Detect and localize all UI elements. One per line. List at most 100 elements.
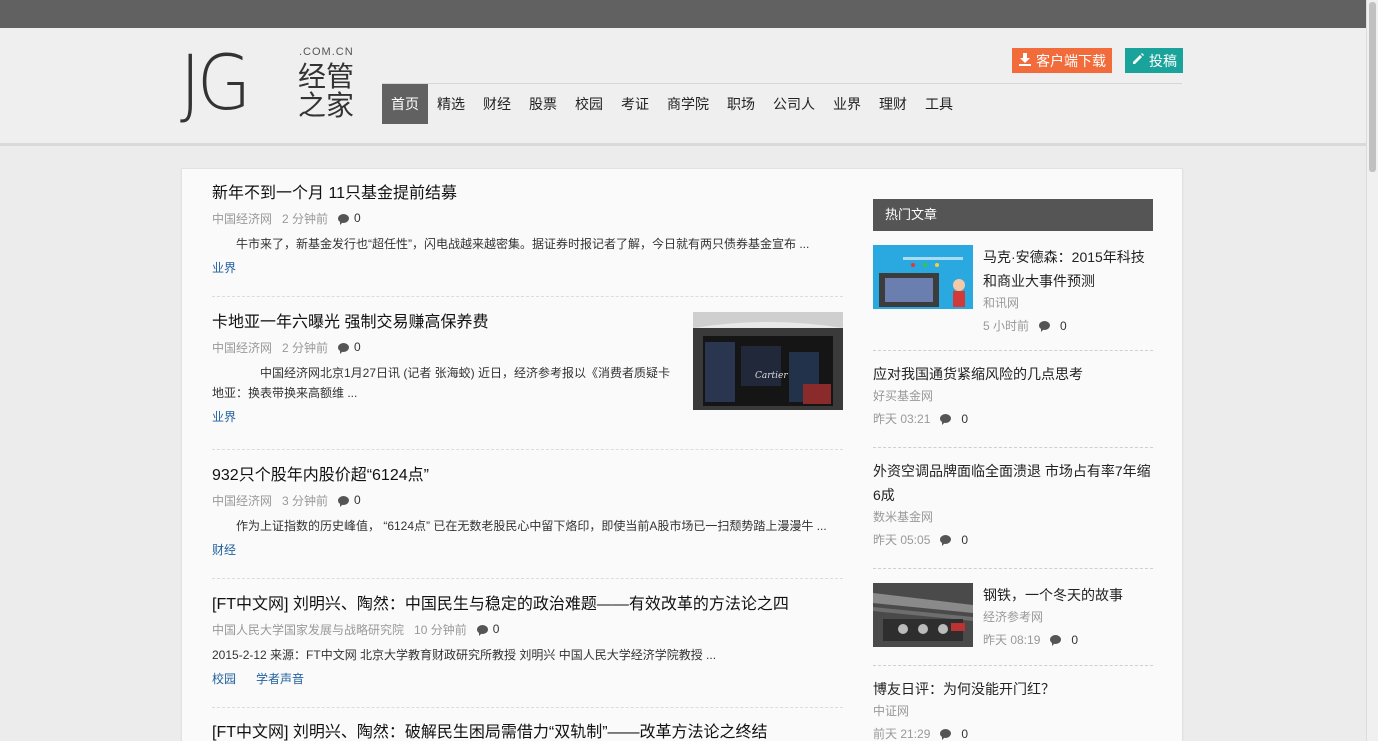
nav-item-tools[interactable]: 工具 (916, 84, 962, 124)
article-comments[interactable]: 0 (338, 493, 361, 507)
hot-article-source: 经济参考网 (983, 610, 1044, 624)
comment-icon (1050, 635, 1062, 646)
article-title[interactable]: [FT中文网] 刘明兴、陶然：破解民生困局需借力“双轨制”——改革方法论之终结 (212, 722, 843, 741)
hot-article-title[interactable]: 钢铁，一个冬天的故事 (983, 583, 1153, 607)
hot-article-title[interactable]: 博友日评：为何没能开门红？ (873, 677, 1153, 701)
client-download-label: 客户端下载 (1036, 52, 1106, 69)
nav-item-industry[interactable]: 业界 (824, 84, 870, 124)
hot-article-item[interactable]: 钢铁，一个冬天的故事 经济参考网 昨天 08:19 0 (873, 583, 1153, 648)
hot-article-title[interactable]: 外资空调品牌面临全面溃退 市场占有率7年缩6成 (873, 459, 1153, 507)
download-icon (1018, 52, 1032, 69)
comment-icon (1039, 321, 1051, 332)
submit-article-button[interactable]: 投稿 (1125, 48, 1183, 73)
page-scrollbar[interactable] (1366, 0, 1378, 741)
comment-count: 0 (1060, 318, 1067, 333)
hot-article-time: 5 小时前 (983, 319, 1030, 333)
article-title[interactable]: 新年不到一个月 11只基金提前结募 (212, 183, 843, 205)
article-tag[interactable]: 校园 (212, 670, 236, 687)
submit-article-label: 投稿 (1149, 52, 1177, 69)
article-comments[interactable]: 0 (476, 622, 499, 636)
article-tags: 业界 (212, 408, 682, 425)
hot-article-item[interactable]: 博友日评：为何没能开门红？ 中证网 前天 21:29 0 (873, 677, 1153, 741)
nav-item-career[interactable]: 职场 (718, 84, 764, 124)
hot-article-comments[interactable]: 0 (940, 727, 968, 741)
article-tag[interactable]: 学者声音 (256, 670, 304, 687)
comment-count: 0 (1071, 632, 1079, 647)
hot-article-item[interactable]: 马克·安德森：2015年科技和商业大事件预测 和讯网 5 小时前 0 (873, 245, 1153, 334)
article-item: 932只个股年内股价超“6124点” 中国经济网 3 分钟前 0 作为上证指数的… (212, 465, 843, 558)
nav-item-featured[interactable]: 精选 (428, 84, 474, 124)
comment-count: 0 (961, 532, 969, 547)
comment-count: 0 (354, 493, 361, 507)
hot-article-comments[interactable]: 0 (1039, 319, 1067, 333)
hot-article-thumbnail[interactable] (873, 245, 973, 309)
article-divider (212, 707, 843, 708)
comment-icon (940, 729, 952, 740)
hot-article-title[interactable]: 应对我国通货紧缩风险的几点思考 (873, 362, 1153, 386)
article-source: 中国经济网 (212, 211, 273, 226)
hot-article-item[interactable]: 应对我国通货紧缩风险的几点思考 好买基金网 昨天 03:21 0 (873, 362, 1153, 427)
article-comments[interactable]: 0 (338, 211, 361, 225)
hot-article-meta: 5 小时前 0 (983, 317, 1153, 334)
article-title[interactable]: 卡地亚一年六曝光 强制交易赚高保养费 (212, 312, 682, 334)
scrollbar-thumb[interactable] (1369, 2, 1376, 172)
article-tag[interactable]: 业界 (212, 408, 236, 425)
article-divider (212, 449, 843, 450)
nav-item-finance[interactable]: 财经 (474, 84, 520, 124)
article-tags: 财经 (212, 541, 843, 558)
site-header: JG .COM.CN 经管之家 客户端下载 投稿 首页 精选 财经 股票 校园 … (0, 28, 1366, 146)
hot-divider (873, 447, 1153, 448)
article-title[interactable]: 932只个股年内股价超“6124点” (212, 465, 843, 487)
site-logo[interactable]: JG .COM.CN 经管之家 (180, 40, 355, 126)
article-summary: 中国经济网北京1月27日讯 (记者 张海蛟) 近日，经济参考报以《消费者质疑卡地… (212, 366, 671, 400)
article-thumbnail[interactable]: Cartier (693, 312, 843, 410)
hot-article-meta: 昨天 05:05 0 (873, 531, 1153, 548)
nav-item-campus[interactable]: 校园 (566, 84, 612, 124)
hot-article-time: 昨天 08:19 (983, 633, 1041, 647)
article-comments[interactable]: 0 (338, 340, 361, 354)
article-item: 新年不到一个月 11只基金提前结募 中国经济网 2 分钟前 0 牛市来了，新基金… (212, 183, 843, 276)
logo-domain: .COM.CN (299, 46, 354, 58)
article-tag[interactable]: 业界 (212, 259, 236, 276)
nav-item-business-school[interactable]: 商学院 (658, 84, 718, 124)
article-time: 10 分钟前 (414, 622, 467, 637)
hot-article-comments[interactable]: 0 (940, 533, 968, 547)
hot-article-comments[interactable]: 0 (940, 412, 968, 426)
hot-article-time: 昨天 05:05 (873, 533, 931, 547)
article-item: 卡地亚一年六曝光 强制交易赚高保养费 中国经济网 2 分钟前 0 中国经济网北京… (212, 312, 843, 425)
article-time: 3 分钟前 (282, 493, 329, 508)
hot-article-comments[interactable]: 0 (1050, 633, 1078, 647)
comment-icon (338, 495, 350, 507)
hot-divider (873, 665, 1153, 666)
article-summary: 作为上证指数的历史峰值， “6124点” 已在无数老股民心中留下烙印，即使当前A… (236, 519, 827, 533)
comment-count: 0 (354, 211, 361, 225)
nav-item-home[interactable]: 首页 (382, 84, 428, 124)
hot-article-item[interactable]: 外资空调品牌面临全面溃退 市场占有率7年缩6成 数米基金网 昨天 05:05 0 (873, 459, 1153, 548)
client-download-button[interactable]: 客户端下载 (1012, 48, 1112, 73)
nav-item-company[interactable]: 公司人 (764, 84, 824, 124)
hot-divider (873, 568, 1153, 569)
logo-letters: JG (180, 38, 251, 127)
hot-article-source: 数米基金网 (873, 510, 934, 524)
article-source: 中国经济网 (212, 493, 273, 508)
hot-article-meta: 昨天 08:19 0 (983, 631, 1153, 648)
hot-article-title[interactable]: 马克·安德森：2015年科技和商业大事件预测 (983, 245, 1153, 293)
article-tag[interactable]: 财经 (212, 541, 236, 558)
article-item: [FT中文网] 刘明兴、陶然：中国民生与稳定的政治难题——有效改革的方法论之四 … (212, 594, 843, 687)
hot-article-thumbnail[interactable] (873, 583, 973, 647)
hot-article-meta: 昨天 03:21 0 (873, 410, 1153, 427)
article-title[interactable]: [FT中文网] 刘明兴、陶然：中国民生与稳定的政治难题——有效改革的方法论之四 (212, 594, 843, 616)
article-time: 2 分钟前 (282, 340, 329, 355)
comment-icon (940, 535, 952, 546)
logo-chinese: 经管之家 (298, 61, 355, 121)
article-meta: 中国经济网 3 分钟前 0 (212, 491, 843, 509)
content-panel: 新年不到一个月 11只基金提前结募 中国经济网 2 分钟前 0 牛市来了，新基金… (181, 168, 1183, 741)
article-source: 中国人民大学国家发展与战略研究院 (212, 622, 405, 637)
nav-item-certification[interactable]: 考证 (612, 84, 658, 124)
article-meta: 中国经济网 2 分钟前 0 (212, 338, 682, 356)
hot-article-time: 昨天 03:21 (873, 412, 931, 426)
hot-articles-header: 热门文章 (873, 199, 1153, 231)
nav-item-wealth[interactable]: 理财 (870, 84, 916, 124)
nav-item-stocks[interactable]: 股票 (520, 84, 566, 124)
article-divider (212, 578, 843, 579)
